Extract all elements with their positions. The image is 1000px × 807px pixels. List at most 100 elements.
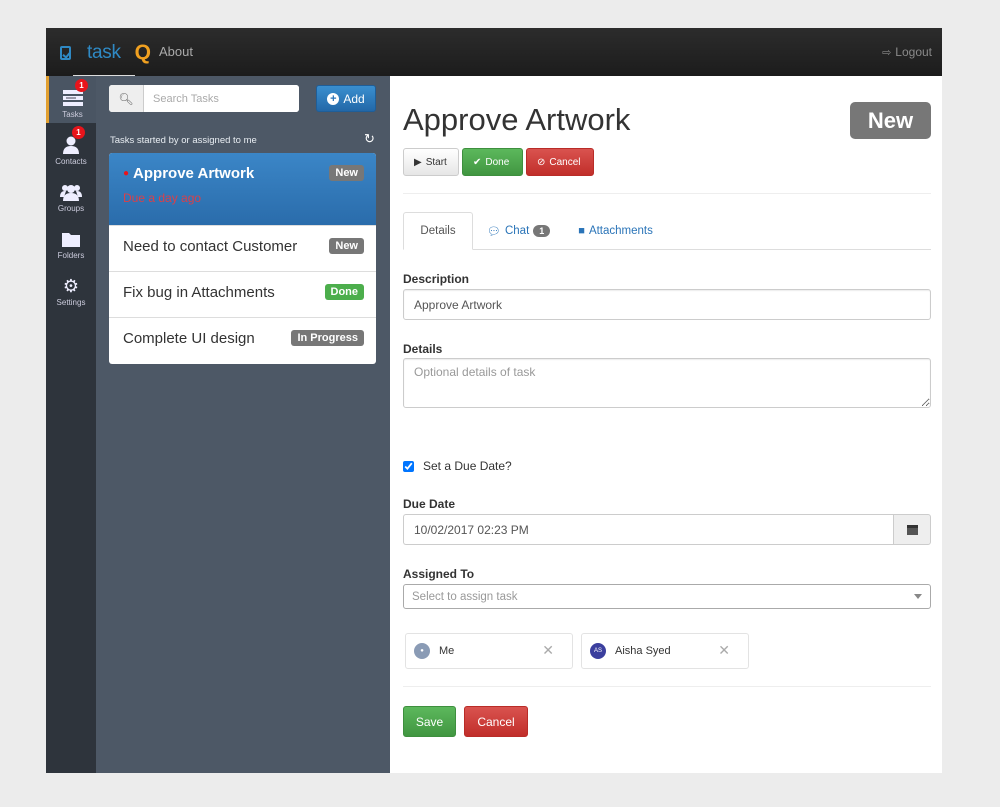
task-item[interactable]: Need to contact Customer New — [109, 226, 376, 272]
task-actions: ▶ Start ✔ Done ⊘ Cancel — [403, 148, 594, 176]
search-input[interactable] — [144, 85, 299, 112]
sidebar-item-contacts[interactable]: 1 Contacts — [46, 123, 96, 170]
task-list: ● Approve Artwork Due a day ago New Need … — [109, 153, 376, 364]
assign-select[interactable]: Select to assign task — [403, 584, 931, 609]
search-icon: 🔍︎ — [109, 85, 144, 112]
cancel-button[interactable]: Cancel — [464, 706, 528, 737]
description-label: Description — [403, 272, 470, 286]
remove-assignee-icon[interactable]: ✕ — [718, 642, 730, 659]
due-date-checkbox-label: Set a Due Date? — [423, 459, 512, 473]
tasks-badge: 1 — [75, 79, 88, 92]
task-title: Complete UI design — [123, 330, 255, 347]
status-badge: New — [329, 165, 364, 181]
list-heading: Tasks started by or assigned to me — [110, 135, 257, 146]
detail-tabs: Details 💬︎ Chat 1 ■ Attachments — [403, 212, 931, 250]
task-due: Due a day ago — [123, 191, 202, 205]
assignee-chip: ● Me ✕ — [405, 633, 573, 669]
task-item[interactable]: ● Approve Artwork Due a day ago New — [109, 153, 376, 226]
sign-out-icon: ⇨ — [882, 46, 892, 59]
tab-details[interactable]: Details — [403, 212, 473, 250]
status-badge: In Progress — [291, 330, 364, 346]
task-item[interactable]: Complete UI design In Progress — [109, 318, 376, 364]
tab-attachments[interactable]: ■ Attachments — [564, 212, 667, 250]
app-window: task Q About ⇨ Logout 1 Tasks 1 Contacts — [46, 28, 942, 773]
task-detail-panel: Approve Artwork New ▶ Start ✔ Done ⊘ Can… — [390, 76, 942, 773]
assignee-chip: AS Aisha Syed ✕ — [581, 633, 749, 669]
done-label: Done — [485, 156, 510, 168]
clipboard-icon — [60, 46, 71, 60]
start-button[interactable]: ▶ Start — [403, 148, 459, 176]
nav-about-link[interactable]: About — [159, 44, 193, 59]
file-icon: ■ — [578, 225, 585, 237]
due-date-checkbox[interactable] — [403, 460, 414, 472]
sidebar-label: Groups — [57, 204, 85, 213]
status-badge: New — [329, 238, 364, 254]
sidebar-item-groups[interactable]: Groups — [46, 170, 96, 217]
details-textarea[interactable] — [403, 358, 931, 408]
details-label: Details — [403, 342, 443, 356]
chevron-down-icon — [914, 594, 922, 599]
gear-icon: ⚙ — [62, 275, 80, 296]
cancel-task-button[interactable]: ⊘ Cancel — [526, 148, 594, 176]
brand-logo[interactable]: task Q — [60, 41, 151, 76]
contacts-badge: 1 — [72, 126, 85, 139]
users-icon — [60, 182, 82, 202]
due-date-label: Due Date — [403, 497, 456, 511]
plus-circle-icon: + — [327, 92, 340, 105]
refresh-icon[interactable]: ↻ — [364, 131, 375, 147]
tab-label: Chat — [504, 225, 530, 237]
check-icon: ✔ — [473, 156, 482, 168]
done-button[interactable]: ✔ Done — [462, 148, 523, 176]
add-label: Add — [343, 91, 365, 106]
tab-label: Details — [420, 225, 456, 237]
brand-q: Q — [134, 41, 151, 64]
sidebar-item-settings[interactable]: ⚙ Settings — [46, 264, 96, 311]
folder-icon — [60, 229, 82, 249]
assign-select-placeholder: Select to assign task — [412, 590, 518, 603]
page-title: Approve Artwork — [403, 102, 631, 137]
tab-label: Attachments — [588, 225, 653, 237]
calendar-button[interactable] — [893, 514, 931, 545]
top-navbar: task Q About ⇨ Logout — [46, 28, 942, 76]
icon-sidebar: 1 Tasks 1 Contacts Groups Folders ⚙ Sett… — [46, 76, 96, 773]
logout-label: Logout — [895, 45, 932, 59]
brand-text: task — [73, 30, 135, 76]
add-task-button[interactable]: + Add — [316, 85, 376, 112]
divider — [403, 686, 931, 687]
divider — [403, 193, 931, 194]
sidebar-label: Tasks — [62, 110, 83, 119]
due-date-input[interactable] — [403, 514, 893, 545]
status-badge: Done — [324, 284, 364, 300]
task-title: Approve Artwork — [133, 165, 255, 182]
status-badge-large: New — [850, 102, 931, 139]
form-actions: Save Cancel — [403, 706, 528, 737]
comments-icon: 💬︎ — [487, 225, 501, 238]
avatar: ● — [414, 643, 430, 659]
unread-dot-icon: ● — [123, 168, 130, 179]
logout-link[interactable]: ⇨ Logout — [882, 45, 932, 59]
avatar: AS — [590, 643, 606, 659]
assignee-name: Aisha Syed — [615, 645, 671, 657]
ban-icon: ⊘ — [537, 156, 546, 168]
sidebar-label: Folders — [57, 251, 85, 260]
task-list-panel: 🔍︎ + Add Tasks started by or assigned to… — [96, 76, 390, 773]
start-label: Start — [425, 156, 447, 168]
save-button[interactable]: Save — [403, 706, 456, 737]
remove-assignee-icon[interactable]: ✕ — [542, 642, 554, 659]
assignee-list: ● Me ✕ AS Aisha Syed ✕ — [405, 633, 749, 669]
assigned-to-label: Assigned To — [403, 567, 475, 581]
task-title: Need to contact Customer — [123, 238, 298, 255]
sidebar-item-folders[interactable]: Folders — [46, 217, 96, 264]
description-input[interactable] — [403, 289, 931, 320]
calendar-icon — [906, 524, 918, 535]
search-box: 🔍︎ — [109, 85, 299, 112]
cancel-label: Cancel — [549, 156, 581, 168]
due-date-toggle[interactable]: Set a Due Date? — [403, 459, 512, 473]
tab-chat[interactable]: 💬︎ Chat 1 — [473, 212, 564, 250]
due-date-group — [403, 514, 931, 545]
assignee-name: Me — [439, 645, 455, 657]
chat-count-badge: 1 — [533, 225, 551, 237]
task-item[interactable]: Fix bug in Attachments Done — [109, 272, 376, 318]
sidebar-item-tasks[interactable]: 1 Tasks — [46, 76, 96, 123]
play-icon: ▶ — [414, 156, 422, 168]
